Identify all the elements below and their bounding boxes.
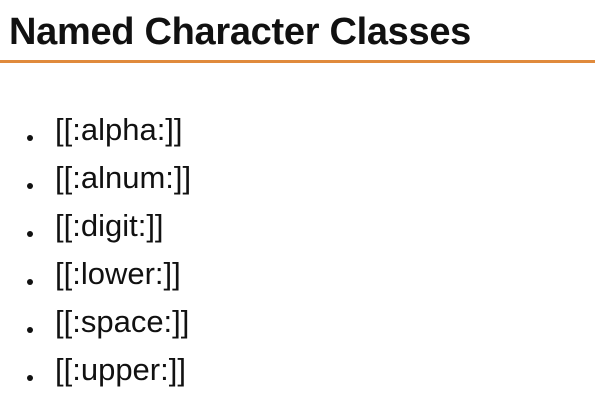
slide-title: Named Character Classes — [9, 11, 472, 53]
bullet-text: [[:alpha:]] — [55, 112, 183, 147]
bullet-icon — [27, 135, 33, 141]
bullet-text: [[:upper:]] — [55, 352, 186, 387]
bullet-icon — [27, 183, 33, 189]
bullet-text: [[:alnum:]] — [55, 160, 192, 195]
bullet-text: [[:digit:]] — [55, 208, 164, 243]
bullet-text: [[:lower:]] — [55, 256, 181, 291]
bullet-icon — [27, 327, 33, 333]
bullet-icon — [27, 375, 33, 381]
title-divider — [0, 60, 595, 63]
slide: Named Character Classes [[:alpha:]] [[:a… — [0, 0, 595, 408]
bullet-icon — [27, 231, 33, 237]
bullet-icon — [27, 279, 33, 285]
bullet-text: [[:space:]] — [55, 304, 190, 339]
